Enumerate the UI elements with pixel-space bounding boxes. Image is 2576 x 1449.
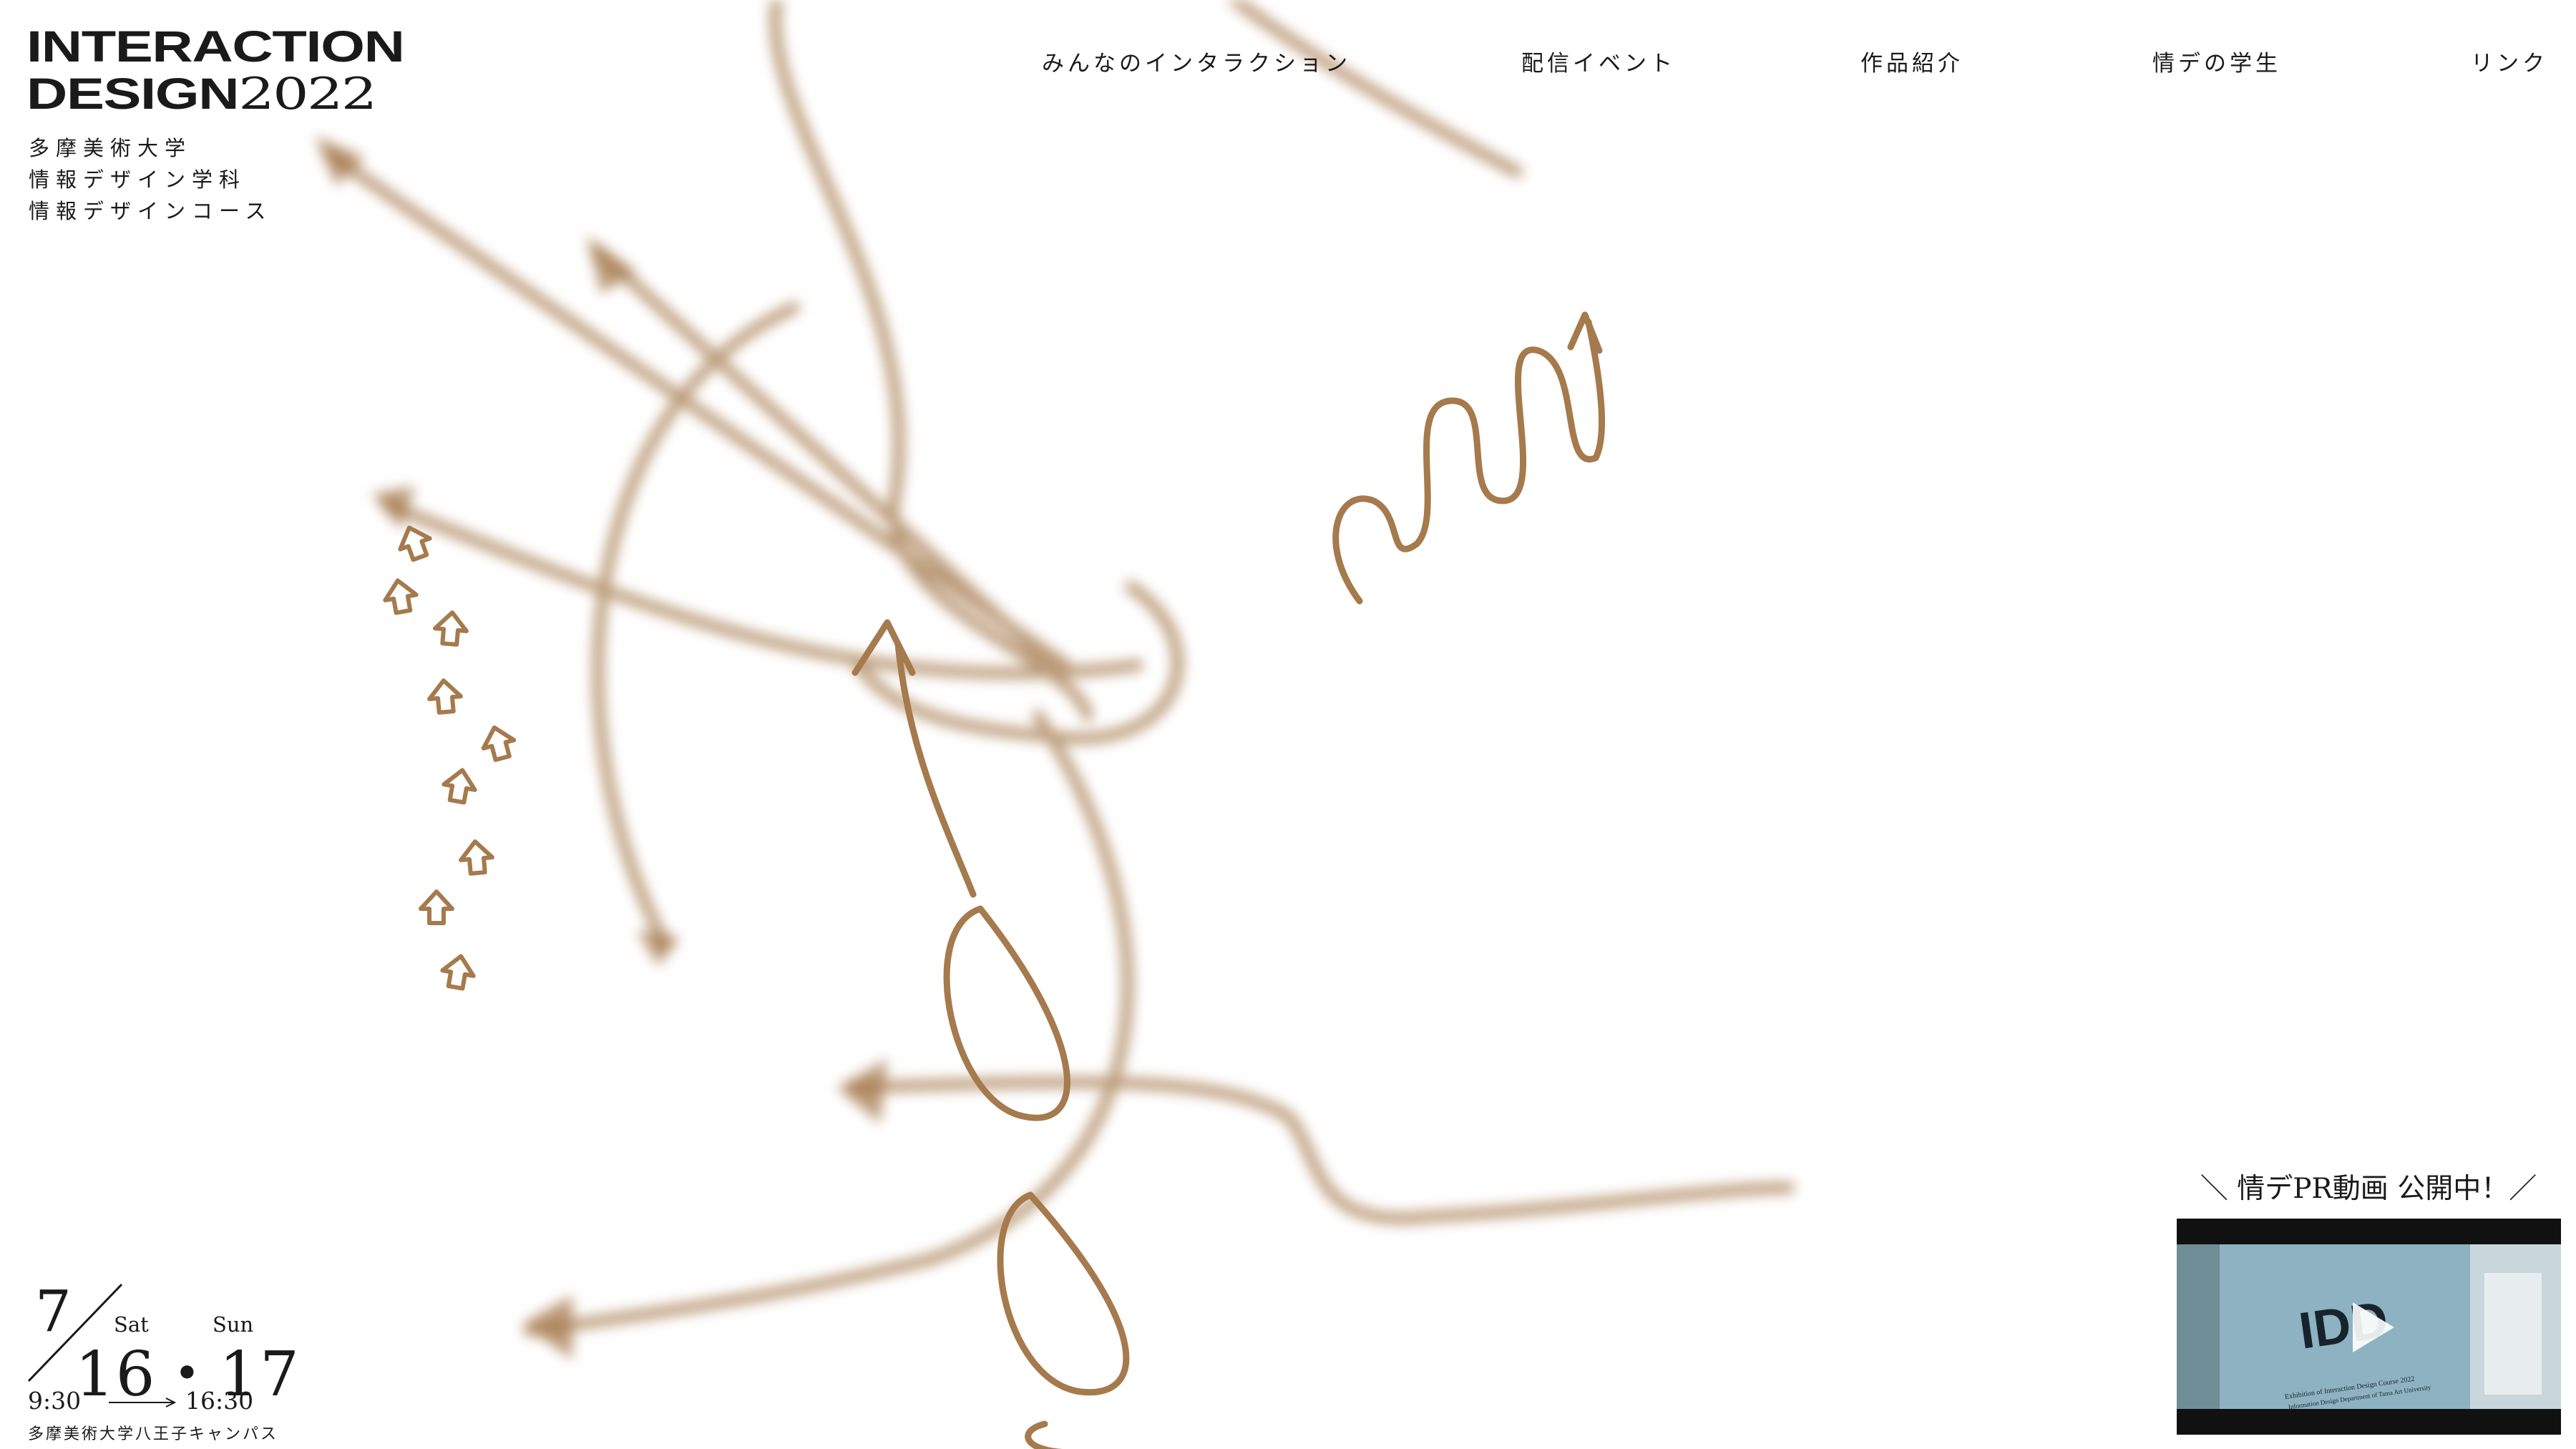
pr-video-player[interactable]: IDD Exhibition of Interaction Design Cou… xyxy=(2177,1219,2561,1435)
long-arrow xyxy=(894,640,977,898)
time-arrow-icon xyxy=(109,1397,177,1407)
play-icon[interactable] xyxy=(2333,1292,2404,1363)
time-end: 16:30 xyxy=(185,1387,254,1415)
event-date: 7 Sat Sun 16・17 9:30 16:30 多摩美術大学八王子キャンパ… xyxy=(25,1278,299,1445)
nav-item-everyone-interaction[interactable]: みんなのインタラクション xyxy=(1042,45,1351,77)
dept-line-department: 情報デザイン学科 xyxy=(29,167,247,192)
small-arrows xyxy=(383,525,517,991)
loop-3 xyxy=(1025,1420,1064,1449)
department-info: 多摩美術大学 情報デザイン学科 情報デザインコース xyxy=(29,132,273,227)
nav-item-links[interactable]: リンク xyxy=(2471,45,2548,77)
nav-item-works[interactable]: 作品紹介 xyxy=(1860,45,1963,77)
dept-line-course: 情報デザインコース xyxy=(29,199,273,223)
nav-item-students[interactable]: 情デの学生 xyxy=(2152,45,2281,77)
main-nav: みんなのインタラクション 配信イベント 作品紹介 情デの学生 リンク xyxy=(0,45,2576,81)
time-start: 9:30 xyxy=(28,1387,82,1415)
event-location: 多摩美術大学八王子キャンパス xyxy=(28,1425,279,1443)
dept-line-university: 多摩美術大学 xyxy=(29,136,192,160)
squiggle-arrow xyxy=(1332,318,1606,605)
squiggle-arrow-head xyxy=(1567,311,1603,354)
loop-2 xyxy=(997,1191,1130,1396)
nav-item-streaming-events[interactable]: 配信イベント xyxy=(1521,45,1676,77)
pr-video-title: ＼ 情デPR動画 公開中！／ xyxy=(2200,1173,2537,1205)
loop-1 xyxy=(943,905,1070,1121)
